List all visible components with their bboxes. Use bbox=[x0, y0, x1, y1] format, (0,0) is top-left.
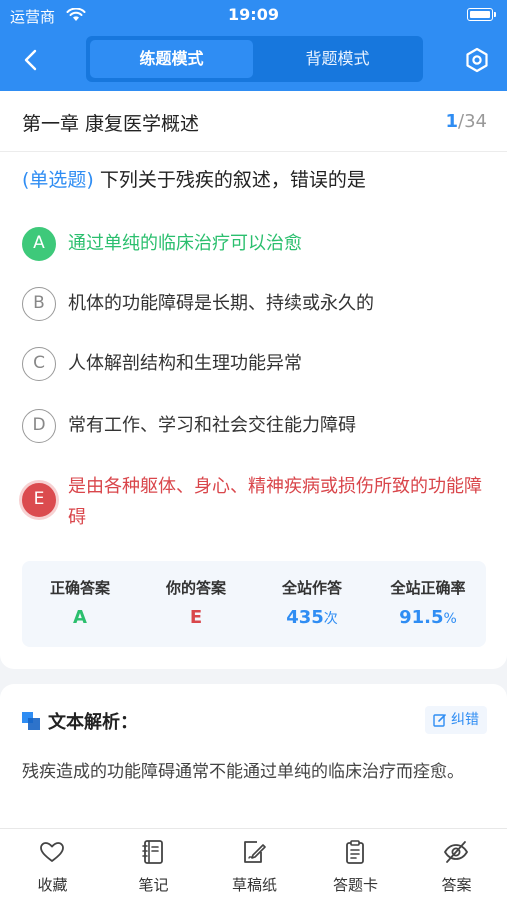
nav-label: 笔记 bbox=[138, 876, 169, 894]
nav-label: 草稿纸 bbox=[231, 876, 277, 894]
stat-number: 435 bbox=[286, 607, 324, 628]
option-text: 人体解剖结构和生理功能异常 bbox=[68, 353, 302, 374]
report-error-button[interactable]: 纠错 bbox=[425, 706, 487, 734]
option-letter-badge: C bbox=[22, 347, 56, 381]
option-text: 常有工作、学习和社会交往能力障碍 bbox=[68, 415, 356, 436]
mode-switch: 练题模式 背题模式 bbox=[86, 36, 423, 82]
settings-hexagon-icon[interactable] bbox=[462, 45, 492, 75]
stat-unit: % bbox=[443, 611, 457, 627]
nav-draft[interactable]: 草稿纸 bbox=[204, 829, 305, 900]
option-e[interactable]: E 是由各种躯体、身心、精神疾病或损伤所致的功能障碍 bbox=[22, 469, 492, 533]
nav-answer-sheet[interactable]: 答题卡 bbox=[305, 829, 406, 900]
eye-off-icon bbox=[443, 841, 469, 863]
stat-number: 91.5 bbox=[399, 607, 444, 628]
bottom-toolbar: 收藏 笔记 草稿纸 答题卡 答案 bbox=[0, 828, 507, 900]
option-b[interactable]: B 机体的功能障碍是长期、持续或永久的 bbox=[22, 287, 492, 321]
nav-label: 答题卡 bbox=[332, 876, 378, 894]
option-letter-badge: E bbox=[22, 483, 56, 517]
tab-practice-mode[interactable]: 练题模式 bbox=[90, 40, 253, 78]
battery-icon bbox=[467, 8, 496, 21]
stat-unit: 次 bbox=[323, 611, 338, 627]
option-d[interactable]: D 常有工作、学习和社会交往能力障碍 bbox=[22, 409, 492, 443]
stat-label: 全站正确率 bbox=[390, 579, 466, 597]
question-card: 第一章 康复医学概述 1/34 (单选题) 下列关于残疾的叙述，错误的是 A 通… bbox=[0, 91, 507, 669]
nav-favorite[interactable]: 收藏 bbox=[2, 829, 103, 900]
option-text: 通过单纯的临床治疗可以治愈 bbox=[68, 233, 302, 254]
option-letter-badge: A bbox=[22, 227, 56, 261]
stat-label: 全站作答 bbox=[281, 579, 342, 597]
nav-show-answer[interactable]: 答案 bbox=[406, 829, 507, 900]
draft-pen-icon bbox=[244, 841, 266, 863]
option-text: 机体的功能障碍是长期、持续或永久的 bbox=[68, 293, 374, 314]
back-chevron-icon[interactable] bbox=[16, 45, 46, 75]
heart-icon bbox=[40, 842, 64, 862]
report-error-label: 纠错 bbox=[451, 712, 479, 728]
analysis-text: 残疾造成的功能障碍通常不能通过单纯的临床治疗而痊愈。 bbox=[22, 762, 464, 782]
stat-value: 91.5% bbox=[370, 607, 486, 628]
analysis-title: 文本解析： bbox=[48, 712, 138, 733]
divider bbox=[0, 151, 507, 152]
analysis-squares-icon bbox=[22, 712, 40, 730]
nav-label: 答案 bbox=[441, 876, 472, 894]
answer-stats-panel: 正确答案 A 你的答案 E 全站作答 435次 全站正确率 91.5% bbox=[22, 561, 486, 647]
option-letter-badge: D bbox=[22, 409, 56, 443]
stat-value: 435次 bbox=[254, 607, 370, 628]
question-progress: 1/34 bbox=[446, 111, 488, 132]
stat-label: 正确答案 bbox=[49, 579, 110, 597]
option-text: 是由各种躯体、身心、精神疾病或损伤所致的功能障碍 bbox=[68, 476, 482, 528]
status-bar: 运营商 19:09 bbox=[0, 0, 507, 30]
app-header: 运营商 19:09 练题模式 背题模式 bbox=[0, 0, 507, 91]
option-a[interactable]: A 通过单纯的临床治疗可以治愈 bbox=[22, 227, 492, 261]
nav-label: 收藏 bbox=[37, 876, 68, 894]
stat-value: A bbox=[73, 607, 87, 628]
chapter-title: 第一章 康复医学概述 bbox=[22, 113, 200, 135]
edit-icon bbox=[433, 714, 446, 727]
progress-total: /34 bbox=[458, 111, 487, 132]
stat-value: E bbox=[189, 607, 203, 628]
question-stem: 下列关于残疾的叙述，错误的是 bbox=[99, 169, 366, 191]
progress-current: 1 bbox=[445, 111, 459, 132]
notebook-icon bbox=[142, 840, 163, 864]
analysis-card: 文本解析： 纠错 残疾造成的功能障碍通常不能通过单纯的临床治疗而痊愈。 bbox=[0, 684, 507, 834]
status-time: 19:09 bbox=[228, 5, 279, 24]
clipboard-icon bbox=[346, 840, 364, 864]
stat-label: 你的答案 bbox=[165, 579, 226, 597]
option-letter-badge: B bbox=[22, 287, 56, 321]
question-text-block: (单选题) 下列关于残疾的叙述，错误的是 bbox=[22, 167, 492, 193]
option-c[interactable]: C 人体解剖结构和生理功能异常 bbox=[22, 347, 492, 381]
tab-memorize-mode[interactable]: 背题模式 bbox=[256, 40, 419, 78]
question-type: (单选题) bbox=[22, 169, 94, 191]
nav-notes[interactable]: 笔记 bbox=[103, 829, 204, 900]
